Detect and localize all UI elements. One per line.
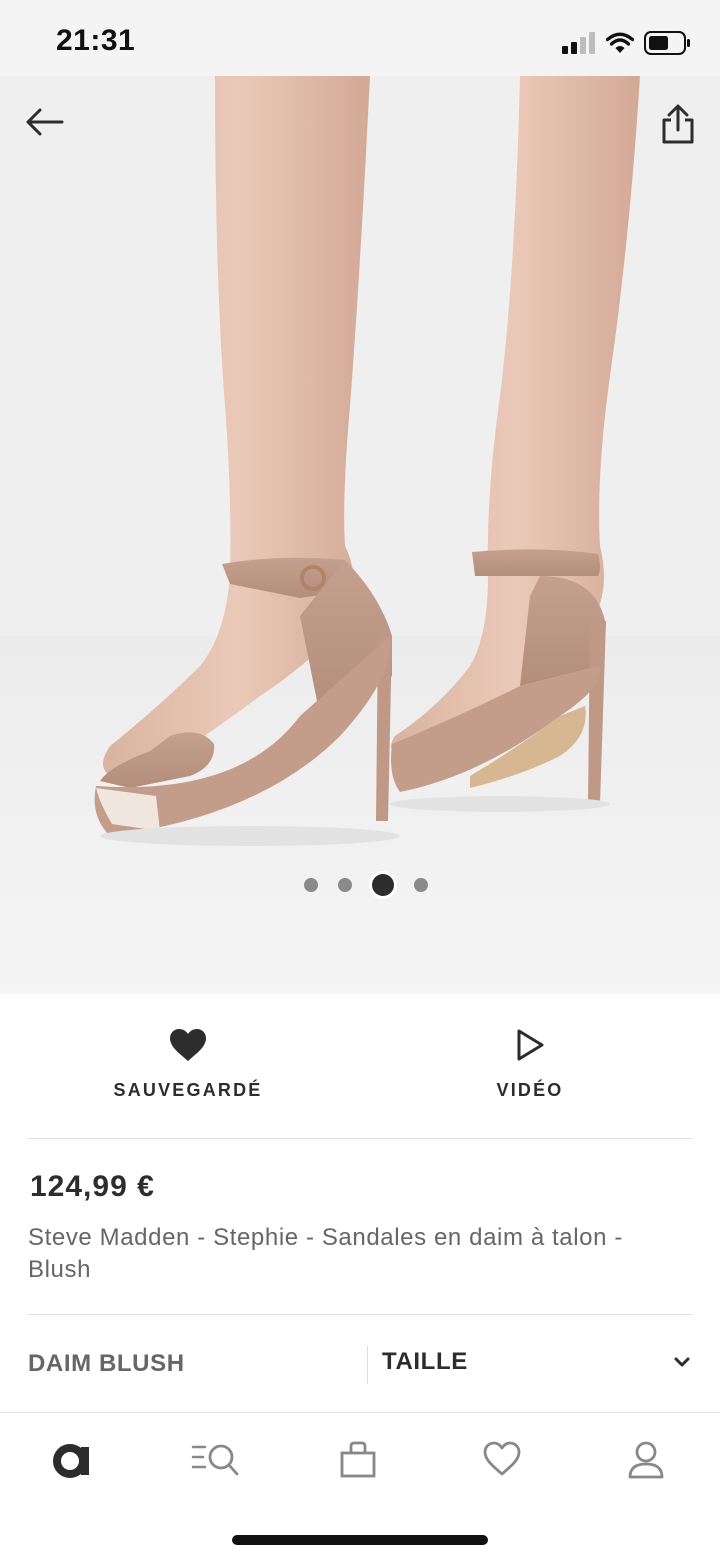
status-time: 21:31 — [56, 24, 136, 57]
carousel-indicator — [0, 874, 720, 896]
home-indicator[interactable] — [232, 1535, 488, 1545]
save-label: SAUVEGARDÉ — [113, 1080, 263, 1100]
tab-search[interactable] — [184, 1435, 248, 1483]
play-icon — [517, 1029, 544, 1061]
battery-icon — [644, 31, 690, 55]
tab-home[interactable] — [40, 1435, 104, 1483]
product-actions: SAUVEGARDÉ VIDÉO — [0, 994, 720, 1138]
back-button[interactable] — [22, 102, 66, 142]
save-button[interactable]: SAUVEGARDÉ — [98, 1028, 278, 1101]
search-icon — [191, 1444, 239, 1476]
signal-icon — [562, 32, 595, 54]
share-button[interactable] — [656, 100, 700, 148]
product-title: Steve Madden - Stephie - Sandales en dai… — [28, 1224, 623, 1283]
tab-bar — [0, 1412, 720, 1557]
bag-icon — [340, 1441, 376, 1478]
carousel-dot[interactable] — [414, 878, 428, 892]
product-price: 124,99 € — [30, 1170, 155, 1203]
carousel-dot[interactable] — [338, 878, 352, 892]
chevron-down-icon — [674, 1357, 690, 1367]
size-dropdown[interactable]: TAILLE — [382, 1348, 692, 1384]
heart-icon — [483, 1441, 521, 1476]
account-icon — [628, 1441, 664, 1479]
video-label: VIDÉO — [496, 1080, 564, 1100]
product-image-carousel[interactable] — [0, 76, 720, 994]
divider — [28, 1138, 692, 1139]
share-icon — [662, 104, 694, 144]
tab-saved[interactable] — [470, 1435, 534, 1483]
status-bar: 21:31 — [0, 0, 720, 76]
wifi-icon — [606, 32, 634, 53]
video-button[interactable]: VIDÉO — [440, 1028, 620, 1101]
carousel-dot[interactable] — [304, 878, 318, 892]
carousel-dot-active[interactable] — [372, 874, 394, 896]
divider — [28, 1314, 692, 1315]
tab-bag[interactable] — [326, 1435, 390, 1483]
arrow-left-icon — [26, 108, 64, 136]
product-photo — [0, 76, 720, 994]
size-label: TAILLE — [382, 1348, 468, 1375]
selector-divider — [367, 1346, 368, 1384]
heart-filled-icon — [170, 1029, 206, 1061]
color-label: DAIM BLUSH — [28, 1350, 185, 1377]
status-icons — [562, 28, 690, 58]
tab-account[interactable] — [614, 1435, 678, 1483]
asos-logo-icon — [53, 1444, 89, 1478]
